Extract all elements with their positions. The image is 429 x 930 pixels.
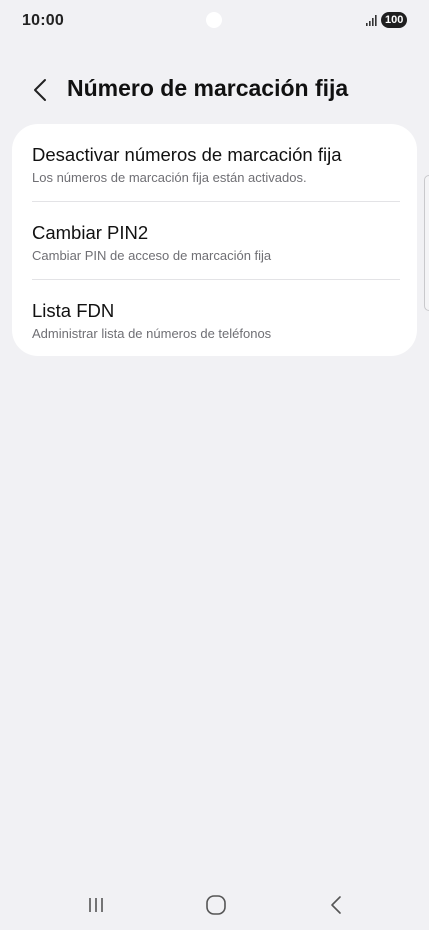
list-item-title: Cambiar PIN2 — [32, 222, 149, 243]
list-item-subtitle: Los números de marcación fija están acti… — [32, 170, 307, 185]
list-item-subtitle: Cambiar PIN de acceso de marcación fija — [32, 248, 272, 263]
status-bar: 10:00 100 — [0, 0, 429, 44]
list-item-lista-fdn[interactable]: Lista FDN Administrar lista de números d… — [12, 280, 417, 357]
list-item-desactivar-fdn[interactable]: Desactivar números de marcación fija Los… — [12, 124, 417, 201]
list-item-subtitle: Administrar lista de números de teléfono… — [32, 326, 272, 341]
status-time: 10:00 — [22, 12, 64, 29]
home-button[interactable] — [194, 890, 238, 920]
list-item-title: Desactivar números de marcación fija — [32, 144, 342, 165]
page-title: Número de marcación fija — [67, 75, 349, 101]
home-icon — [206, 895, 226, 915]
app-header: Número de marcación fija — [0, 66, 429, 110]
settings-card: Desactivar números de marcación fija Los… — [12, 124, 417, 356]
list-item-cambiar-pin2[interactable]: Cambiar PIN2 Cambiar PIN de acceso de ma… — [12, 202, 417, 279]
navigation-bar — [0, 880, 429, 930]
camera-icon — [206, 12, 222, 28]
recents-icon — [89, 898, 103, 912]
chevron-left-icon — [34, 79, 46, 101]
scroll-handle[interactable] — [424, 175, 429, 311]
back-icon — [331, 896, 341, 914]
system-back-button[interactable] — [314, 890, 358, 920]
recents-button[interactable] — [74, 890, 118, 920]
back-button[interactable] — [22, 74, 58, 106]
list-item-title: Lista FDN — [32, 300, 115, 321]
signal-icon — [366, 15, 377, 26]
battery-icon: 100 — [381, 12, 408, 28]
